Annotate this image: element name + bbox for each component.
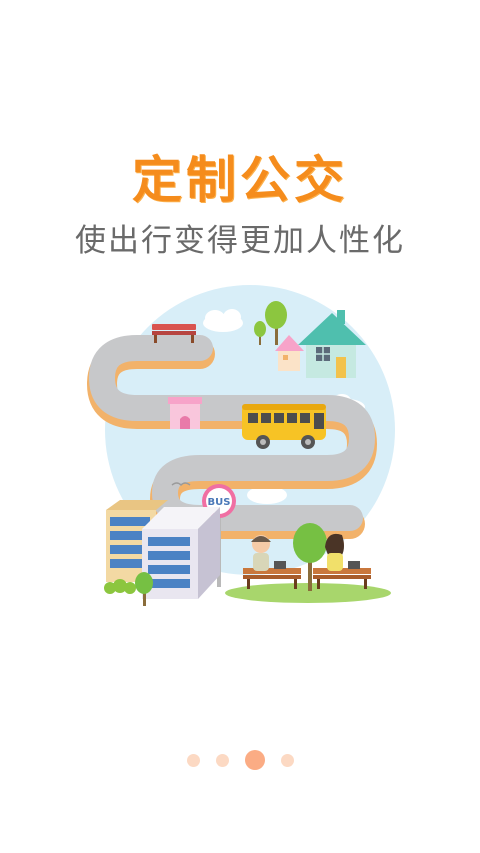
office-building-icon [142,507,220,599]
page-indicator [0,745,480,775]
person-icon [325,533,360,571]
building-icon [168,397,202,429]
onboarding-screen[interactable]: 定制公交 使出行变得更加人性化 BUS [0,0,480,853]
page-subtitle: 使出行变得更加人性化 [75,223,405,259]
page-title: 定制公交 [132,151,348,209]
tree-icon [293,523,327,591]
page-dot-3-active[interactable] [244,750,265,770]
custom-bus-illustration: BUS [86,285,395,606]
page-dot-4[interactable] [280,753,294,767]
page-dot-1[interactable] [186,753,200,767]
page-dot-2[interactable] [215,753,229,767]
bus-sign-label: BUS [208,497,231,508]
tree-icon [135,572,153,606]
